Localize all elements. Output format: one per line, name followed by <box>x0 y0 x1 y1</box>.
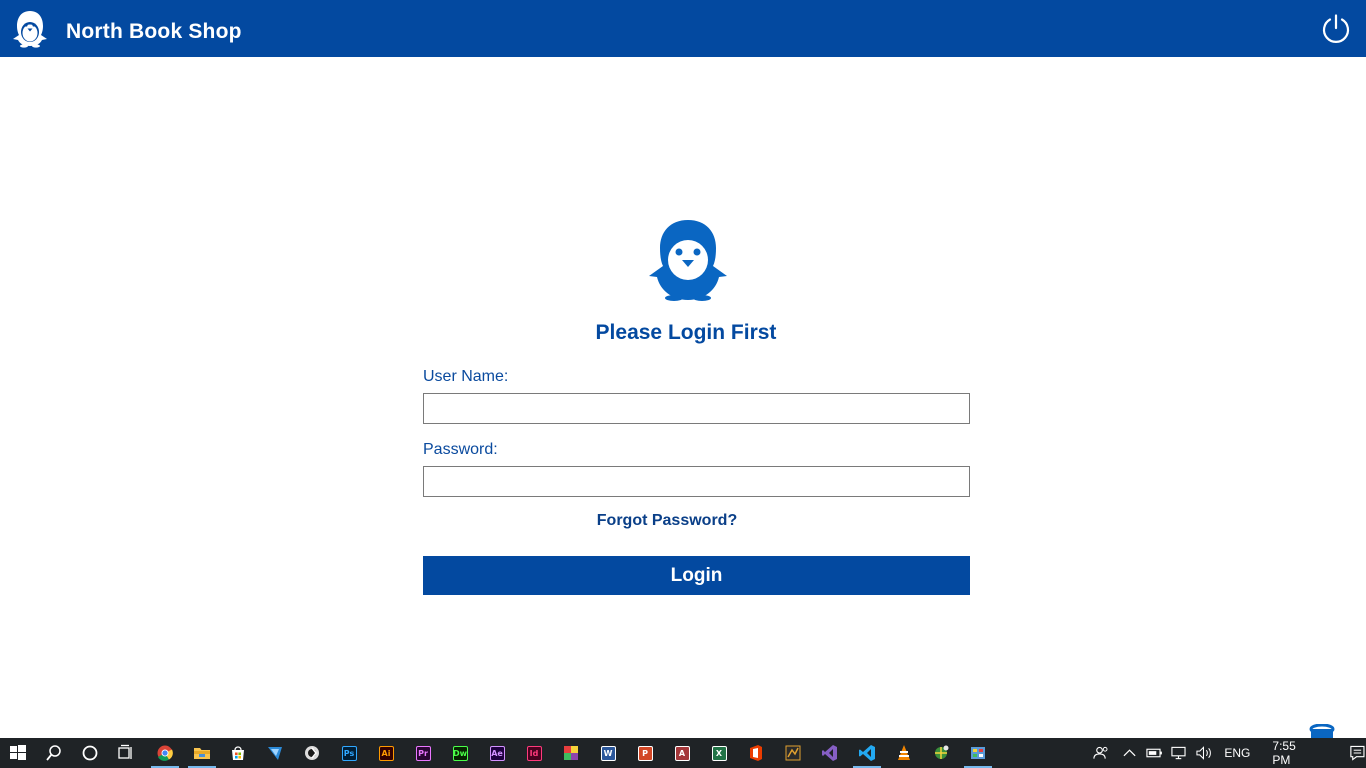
penguin-logo-large-icon <box>649 220 727 301</box>
language-indicator[interactable]: ENG <box>1224 746 1250 760</box>
taskbar-item[interactable]: X <box>701 738 737 768</box>
taskbar-item[interactable]: Ai <box>368 738 404 768</box>
taskbar-item[interactable]: Dw <box>442 738 478 768</box>
taskbar-item[interactable] <box>220 738 256 768</box>
taskbar-item[interactable] <box>36 738 72 768</box>
taskbar-item[interactable] <box>294 738 330 768</box>
notification-icon[interactable] <box>1349 745 1366 761</box>
battery-icon[interactable] <box>1146 747 1163 759</box>
taskbar-item[interactable] <box>108 738 144 768</box>
app-title: North Book Shop <box>66 20 242 43</box>
taskbar-item[interactable] <box>147 738 183 768</box>
taskbar-item[interactable] <box>184 738 220 768</box>
visual-studio-icon <box>822 745 837 761</box>
excel-icon: X <box>711 745 727 761</box>
vscode-icon <box>859 745 875 761</box>
app-window: North Book Shop Please Login First User … <box>0 0 1366 738</box>
cinema-icon <box>305 746 319 760</box>
taskbar-item[interactable] <box>960 738 996 768</box>
username-input[interactable] <box>423 393 970 424</box>
taskbar-item[interactable]: Ps <box>331 738 367 768</box>
system-tray: ENG 7:55 PM <box>1093 738 1366 768</box>
password-label: Password: <box>423 441 498 458</box>
powerpoint-icon: P <box>637 745 653 761</box>
network-icon[interactable] <box>1171 746 1188 760</box>
illustrator-icon: Ai <box>378 745 394 761</box>
taskbar-item[interactable] <box>923 738 959 768</box>
taskbar-item[interactable] <box>0 738 36 768</box>
word-icon: W <box>600 745 616 761</box>
taskbar-item[interactable]: Ae <box>479 738 515 768</box>
after-effects-icon: Ae <box>489 745 505 761</box>
login-button[interactable]: Login <box>423 556 970 595</box>
taskbar-item[interactable]: P <box>627 738 663 768</box>
media-app-icon <box>785 745 801 761</box>
vlc-icon <box>898 745 910 760</box>
taskbar-item[interactable]: Id <box>516 738 552 768</box>
power-icon[interactable] <box>1320 13 1352 45</box>
database-icon <box>1309 724 1335 738</box>
penguin-logo-icon <box>13 11 47 48</box>
username-label: User Name: <box>423 368 509 385</box>
login-heading: Please Login First <box>595 321 777 344</box>
chevron-up-icon[interactable] <box>1123 748 1136 758</box>
search-icon <box>46 745 61 761</box>
office-icon <box>750 745 762 761</box>
cortana-icon <box>82 745 98 761</box>
task-view-icon <box>118 744 132 759</box>
taskbar-item[interactable]: W <box>590 738 626 768</box>
taskbar-item[interactable] <box>886 738 922 768</box>
taskbar-item[interactable] <box>812 738 848 768</box>
taskbar: Ps Ai Pr Dw Ae Id W P A X ENG 7:55 PM <box>0 738 1366 768</box>
dreamweaver-icon: Dw <box>452 745 468 761</box>
taskbar-item[interactable]: A <box>664 738 700 768</box>
chrome-icon <box>157 745 173 761</box>
color-app-icon <box>564 746 578 760</box>
file-explorer-icon <box>194 748 210 759</box>
taskbar-item[interactable] <box>72 738 108 768</box>
taskbar-item[interactable] <box>738 738 774 768</box>
sketchbook-icon <box>268 747 282 760</box>
password-input[interactable] <box>423 466 970 497</box>
access-icon: A <box>674 745 690 761</box>
taskbar-item[interactable] <box>849 738 885 768</box>
windows-start-icon <box>10 745 26 760</box>
network-tool-icon <box>935 745 949 759</box>
taskbar-item[interactable] <box>775 738 811 768</box>
forgot-password-link[interactable]: Forgot Password? <box>0 512 1334 530</box>
photoshop-icon: Ps <box>341 745 357 761</box>
title-bar: North Book Shop <box>0 0 1366 57</box>
taskbar-item[interactable] <box>257 738 293 768</box>
control-panel-icon <box>971 747 985 759</box>
premiere-icon: Pr <box>415 745 431 761</box>
people-icon[interactable] <box>1093 745 1110 761</box>
clock[interactable]: 7:55 PM <box>1272 739 1314 767</box>
indesign-icon: Id <box>526 745 542 761</box>
store-icon <box>232 746 244 760</box>
volume-icon[interactable] <box>1195 746 1213 760</box>
taskbar-item[interactable]: Pr <box>405 738 441 768</box>
taskbar-item[interactable] <box>553 738 589 768</box>
